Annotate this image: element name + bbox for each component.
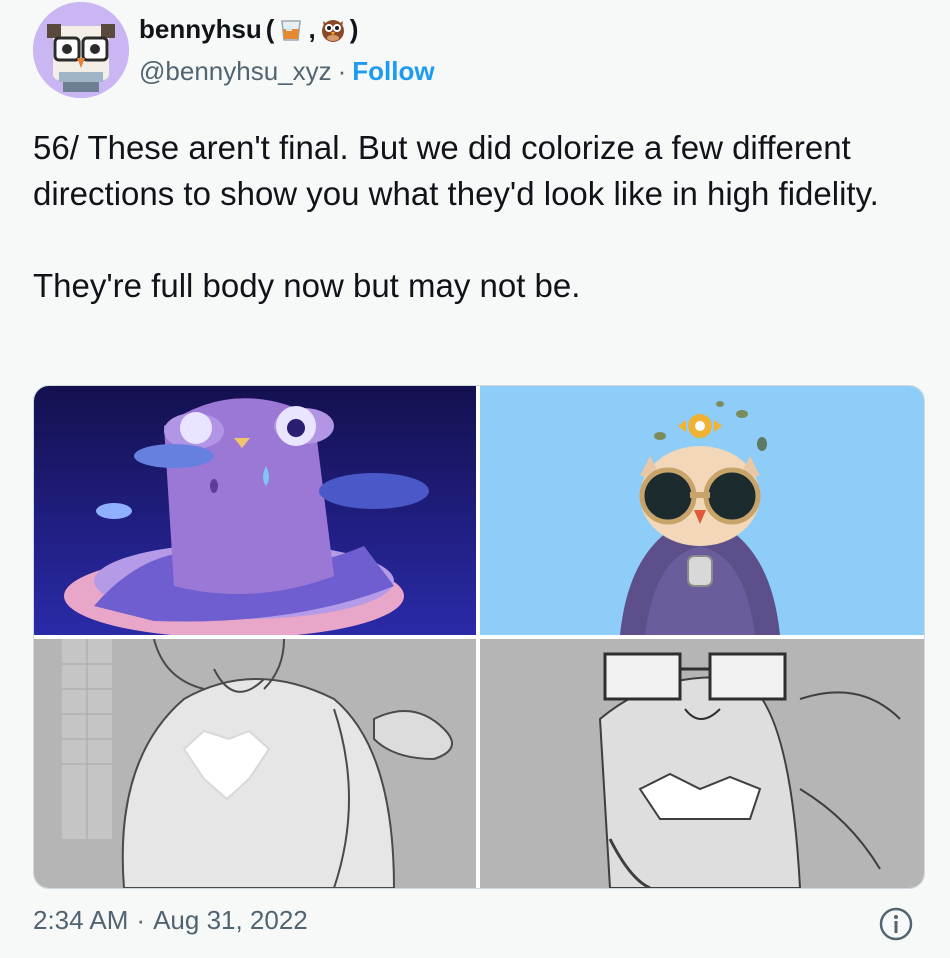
owl-icon xyxy=(321,19,344,42)
tweet-paragraph: 56/ These aren't final. But we did color… xyxy=(33,129,879,212)
name-separator: , xyxy=(308,14,316,44)
name-paren-open: ( xyxy=(265,14,275,44)
tweet-timestamp[interactable]: 2:34 AM · Aug 31, 2022 xyxy=(33,905,308,936)
tweet-time: 2:34 AM xyxy=(33,905,129,935)
whisky-glass-icon xyxy=(281,19,302,41)
timestamp-separator: · xyxy=(136,905,146,935)
follow-button[interactable]: Follow xyxy=(352,56,434,87)
handle-separator: · xyxy=(337,56,347,86)
info-icon[interactable] xyxy=(878,906,914,942)
author-name[interactable]: bennyhsu ( , ) xyxy=(139,14,358,45)
media-grid xyxy=(33,385,925,889)
glasses-owl-sketch[interactable] xyxy=(480,639,924,888)
author-handle-row: @bennyhsu_xyz · Follow xyxy=(139,56,435,87)
author-handle[interactable]: @bennyhsu_xyz xyxy=(139,56,332,87)
tweet-text: 56/ These aren't final. But we did color… xyxy=(33,125,923,309)
purple-owl-artwork[interactable] xyxy=(34,386,476,635)
tweet-date: Aug 31, 2022 xyxy=(153,905,308,935)
name-paren-close: ) xyxy=(349,14,359,44)
pixel-owl-avatar-icon xyxy=(33,2,129,98)
display-name: bennyhsu xyxy=(139,14,262,44)
avatar[interactable] xyxy=(33,2,129,98)
goggles-owl-artwork[interactable] xyxy=(480,386,924,635)
tweet-paragraph: They're full body now but may not be. xyxy=(33,267,581,304)
heart-owl-sketch[interactable] xyxy=(34,639,476,888)
